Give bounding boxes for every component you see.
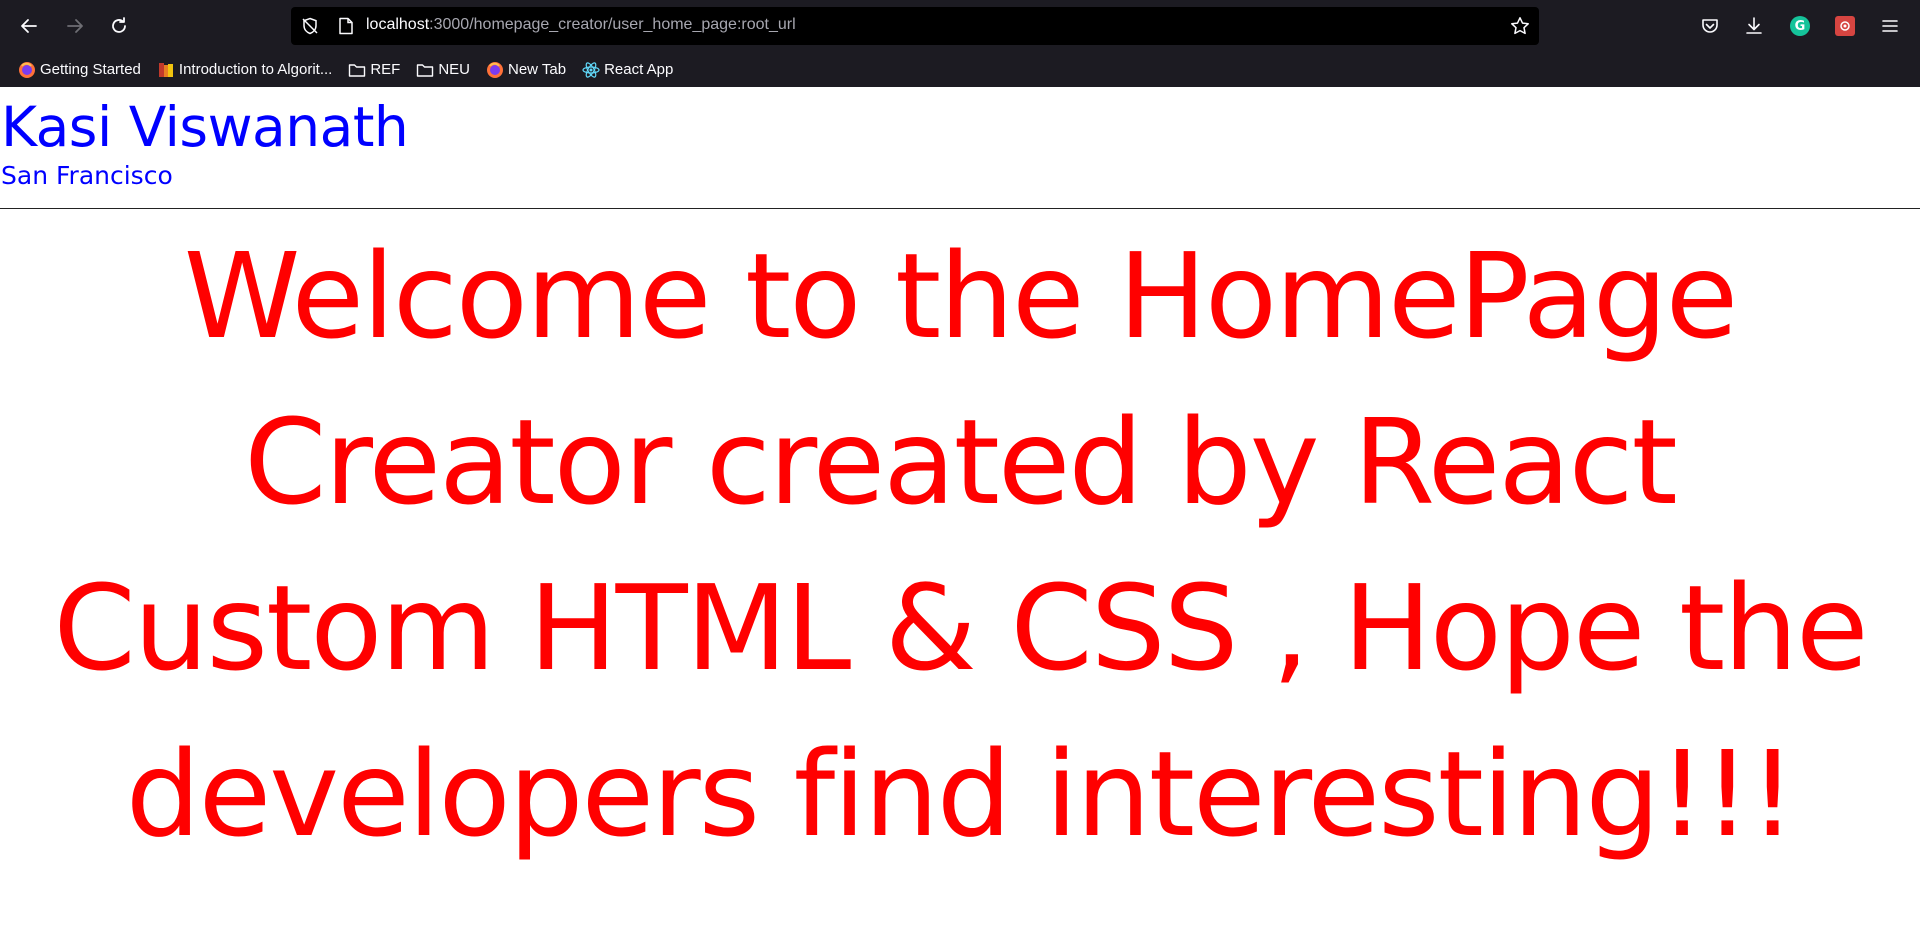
browser-chrome: localhost:3000/homepage_creator/user_hom… <box>0 0 1920 87</box>
book-icon <box>157 61 175 79</box>
react-icon <box>582 61 600 79</box>
pocket-button[interactable] <box>1696 12 1724 40</box>
bookmark-label: REF <box>370 61 401 78</box>
extension-button[interactable] <box>1831 12 1859 40</box>
grammarly-icon: G <box>1790 16 1810 36</box>
bookmark-introduction-to-algorithms[interactable]: Introduction to Algorit... <box>153 57 336 83</box>
folder-icon <box>348 61 366 79</box>
url-host: localhost <box>366 16 430 33</box>
tracking-shield-icon[interactable] <box>299 15 321 37</box>
bookmark-getting-started[interactable]: Getting Started <box>14 57 145 83</box>
bookmark-folder-ref[interactable]: REF <box>344 57 404 83</box>
downloads-button[interactable] <box>1740 12 1768 40</box>
hamburger-menu-icon <box>1882 20 1898 32</box>
page-content: Kasi Viswanath San Francisco Welcome to … <box>0 87 1920 946</box>
star-icon[interactable] <box>1509 15 1531 37</box>
extension-icon <box>1835 16 1855 36</box>
reload-button[interactable] <box>101 8 137 44</box>
bookmark-new-tab[interactable]: New Tab <box>482 57 570 83</box>
forward-arrow-icon <box>67 19 83 33</box>
user-city: San Francisco <box>1 161 173 190</box>
bookmark-label: React App <box>604 61 674 78</box>
page-icon[interactable] <box>335 15 357 37</box>
forward-button[interactable] <box>57 8 93 44</box>
back-button[interactable] <box>11 8 47 44</box>
firefox-icon <box>486 61 504 79</box>
bookmarks-toolbar: Getting Started Introduction to Algorit.… <box>0 52 1920 87</box>
reload-icon <box>112 17 126 33</box>
grammarly-extension-button[interactable]: G <box>1786 12 1814 40</box>
bookmark-label: New Tab <box>508 61 567 78</box>
user-header: Kasi Viswanath San Francisco <box>0 87 1920 209</box>
back-arrow-icon <box>21 19 37 33</box>
bookmark-label: Getting Started <box>40 61 141 78</box>
url-path: :3000/homepage_creator/user_home_page:ro… <box>429 16 796 33</box>
pocket-icon <box>1702 19 1718 33</box>
bookmark-react-app[interactable]: React App <box>578 57 677 83</box>
app-menu-button[interactable] <box>1876 12 1904 40</box>
folder-icon <box>416 61 434 79</box>
welcome-message: Welcome to the HomePage Creator created … <box>53 227 1868 863</box>
address-bar[interactable]: localhost:3000/homepage_creator/user_hom… <box>291 7 1539 45</box>
firefox-icon <box>18 61 36 79</box>
url-text[interactable]: localhost:3000/homepage_creator/user_hom… <box>366 16 796 34</box>
bookmark-folder-neu[interactable]: NEU <box>412 57 474 83</box>
bookmark-label: Introduction to Algorit... <box>178 61 333 78</box>
browser-toolbar: localhost:3000/homepage_creator/user_hom… <box>0 0 1920 52</box>
bookmark-label: NEU <box>438 61 470 78</box>
download-icon <box>1746 17 1762 34</box>
user-name-heading: Kasi Viswanath <box>1 95 409 159</box>
